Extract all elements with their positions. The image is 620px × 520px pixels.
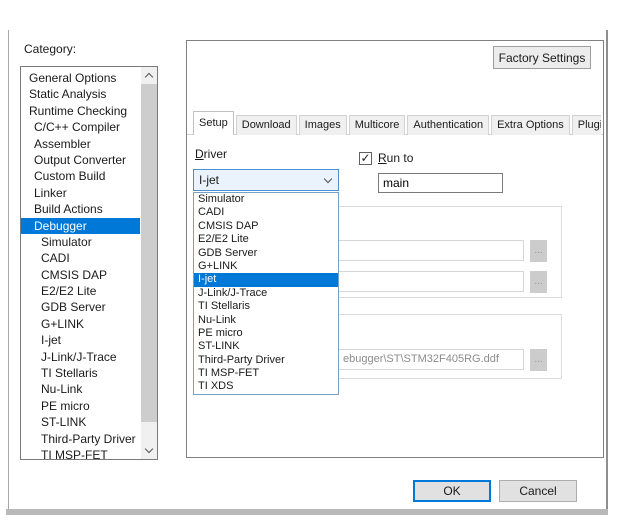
factory-settings-button[interactable]: Factory Settings — [493, 46, 591, 69]
tab-authentication[interactable]: Authentication — [407, 115, 489, 135]
driver-option-simulator[interactable]: Simulator — [194, 193, 338, 206]
category-label: Category: — [24, 42, 76, 56]
cancel-button[interactable]: Cancel — [499, 480, 577, 502]
tab-plugins[interactable]: Plugins — [572, 115, 601, 135]
tab-strip: SetupDownloadImagesMulticoreAuthenticati… — [193, 111, 601, 135]
driver-option-nu-link[interactable]: Nu-Link — [194, 314, 338, 327]
category-item-custom-build[interactable]: Custom Build — [21, 168, 140, 184]
category-item-simulator[interactable]: Simulator — [21, 234, 140, 250]
scrollbar-thumb[interactable] — [141, 84, 157, 422]
driver-label: Driver — [195, 147, 227, 161]
category-item-output-converter[interactable]: Output Converter — [21, 152, 140, 168]
category-item-third-party-driver[interactable]: Third-Party Driver — [21, 431, 140, 447]
category-item-cadi[interactable]: CADI — [21, 250, 140, 266]
driver-option-ti-xds[interactable]: TI XDS — [194, 380, 338, 393]
category-item-assembler[interactable]: Assembler — [21, 136, 140, 152]
category-item-j-link-j-trace[interactable]: J-Link/J-Trace — [21, 349, 140, 365]
tab-extra-options[interactable]: Extra Options — [491, 115, 570, 135]
driver-option-ti-msp-fet[interactable]: TI MSP-FET — [194, 367, 338, 380]
tab-multicore[interactable]: Multicore — [349, 115, 406, 135]
category-item-runtime-checking[interactable]: Runtime Checking — [21, 103, 140, 119]
browse-button-1[interactable]: ... — [530, 240, 547, 262]
run-to-input[interactable] — [378, 173, 503, 193]
tab-setup[interactable]: Setup — [193, 111, 234, 135]
options-panel: Factory Settings SetupDownloadImagesMult… — [186, 40, 604, 458]
run-to-label: Run to — [378, 151, 413, 165]
chevron-down-icon — [324, 175, 332, 183]
category-item-c-c-compiler[interactable]: C/C++ Compiler — [21, 119, 140, 135]
category-item-e2-e2-lite[interactable]: E2/E2 Lite — [21, 283, 140, 299]
driver-option-g-link[interactable]: G+LINK — [194, 260, 338, 273]
scroll-down-icon[interactable] — [141, 442, 157, 459]
debugger-options-dialog: Category: General OptionsStatic Analysis… — [0, 0, 620, 520]
driver-option-st-link[interactable]: ST-LINK — [194, 340, 338, 353]
driver-option-i-jet[interactable]: I-jet — [194, 273, 338, 286]
driver-option-e2-e2-lite[interactable]: E2/E2 Lite — [194, 233, 338, 246]
category-scrollbar[interactable] — [141, 67, 157, 459]
driver-option-cmsis-dap[interactable]: CMSIS DAP — [194, 220, 338, 233]
window-right-edge — [606, 30, 608, 509]
category-item-cmsis-dap[interactable]: CMSIS DAP — [21, 267, 140, 283]
driver-combobox-value: I-jet — [199, 173, 219, 187]
driver-combobox[interactable]: I-jet — [193, 169, 339, 191]
ok-button[interactable]: OK — [413, 480, 491, 502]
category-item-debugger[interactable]: Debugger — [21, 218, 140, 234]
driver-option-ti-stellaris[interactable]: TI Stellaris — [194, 300, 338, 313]
browse-button-2[interactable]: ... — [530, 271, 547, 293]
category-item-build-actions[interactable]: Build Actions — [21, 201, 140, 217]
driver-dropdown-list: SimulatorCADICMSIS DAPE2/E2 LiteGDB Serv… — [193, 192, 339, 395]
category-item-static-analysis[interactable]: Static Analysis — [21, 86, 140, 102]
tab-download[interactable]: Download — [236, 115, 297, 135]
driver-option-j-link-j-trace[interactable]: J-Link/J-Trace — [194, 287, 338, 300]
driver-option-cadi[interactable]: CADI — [194, 206, 338, 219]
driver-option-gdb-server[interactable]: GDB Server — [194, 247, 338, 260]
category-item-ti-stellaris[interactable]: TI Stellaris — [21, 365, 140, 381]
category-item-g-link[interactable]: G+LINK — [21, 316, 140, 332]
window-left-edge — [8, 30, 9, 509]
category-item-linker[interactable]: Linker — [21, 185, 140, 201]
category-item-ti-msp-fet[interactable]: TI MSP-FET — [21, 447, 140, 459]
driver-option-pe-micro[interactable]: PE micro — [194, 327, 338, 340]
category-item-gdb-server[interactable]: GDB Server — [21, 299, 140, 315]
run-to-checkbox[interactable] — [359, 152, 372, 165]
browse-button-3[interactable]: ... — [530, 349, 547, 371]
window-bottom-edge — [6, 509, 608, 515]
category-item-i-jet[interactable]: I-jet — [21, 332, 140, 348]
category-item-st-link[interactable]: ST-LINK — [21, 414, 140, 430]
category-item-nu-link[interactable]: Nu-Link — [21, 381, 140, 397]
category-item-pe-micro[interactable]: PE micro — [21, 398, 140, 414]
category-listbox: General OptionsStatic AnalysisRuntime Ch… — [20, 66, 158, 460]
tab-images[interactable]: Images — [299, 115, 347, 135]
scroll-up-icon[interactable] — [141, 67, 157, 84]
category-list: General OptionsStatic AnalysisRuntime Ch… — [21, 68, 140, 459]
category-item-general-options[interactable]: General Options — [21, 70, 140, 86]
driver-option-third-party-driver[interactable]: Third-Party Driver — [194, 354, 338, 367]
